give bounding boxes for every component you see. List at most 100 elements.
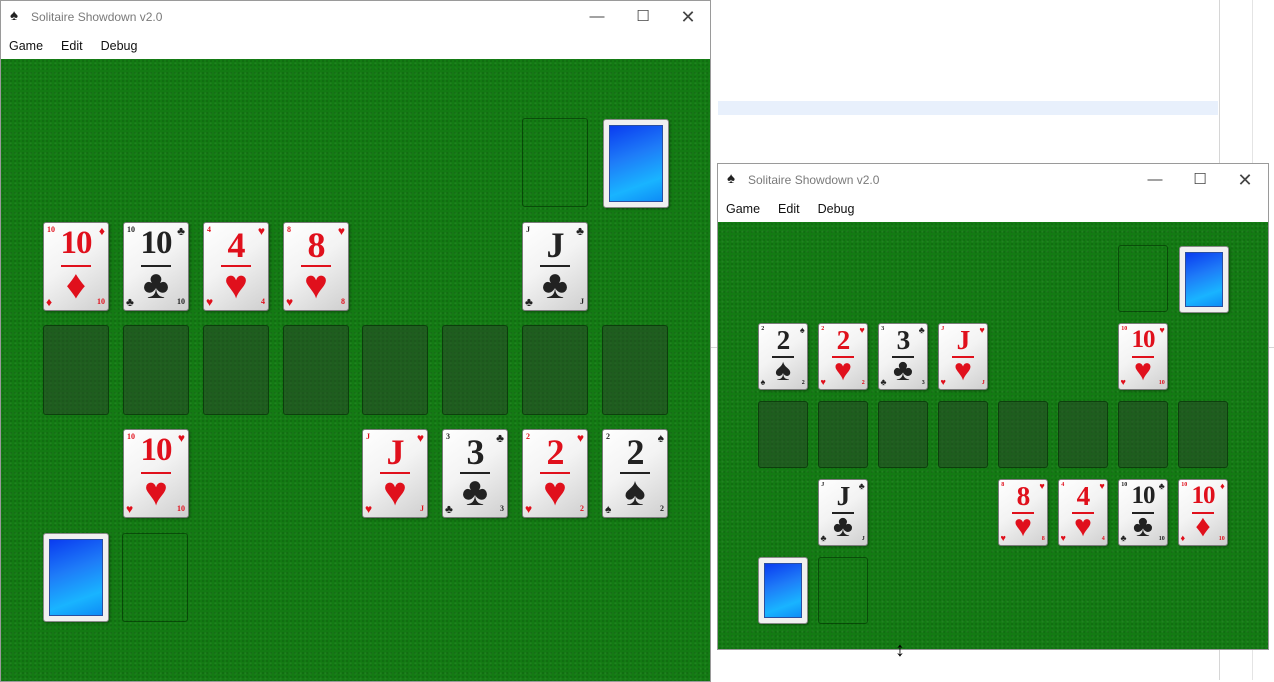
playing-card[interactable]: 4 ♥ ♥ 4 4 ♥ [1058,479,1108,546]
heart-icon: ♥ [834,353,852,387]
card-back-icon[interactable] [43,533,109,622]
heart-icon: ♥ [144,470,168,514]
card-rank: 2 [546,432,565,472]
heart-icon: ♥ [954,353,972,387]
tableau-slot[interactable] [878,401,928,468]
card-rank: J [546,225,565,265]
card-back-pattern [609,125,663,202]
tableau-slot[interactable] [1178,401,1228,468]
tableau-slot[interactable] [123,325,189,415]
menu-edit[interactable]: Edit [774,202,814,216]
playing-card[interactable]: J ♣ ♣ J J ♣ [818,479,868,546]
card-rank: 10 [140,225,173,261]
playing-card[interactable]: J ♣ ♣ J J ♣ [522,222,588,311]
menu-game[interactable]: Game [722,202,774,216]
card-rank: 3 [896,325,911,356]
playing-card[interactable]: 10 ♦ ♦ 10 10 ♦ [1178,479,1228,546]
diamond-icon: ♦ [65,263,87,307]
card-rank: J [386,432,405,472]
empty-pile-slot[interactable] [522,118,588,207]
menu-debug[interactable]: Debug [814,202,869,216]
tableau-slot[interactable] [602,325,668,415]
close-button[interactable]: ✕ [1222,164,1268,196]
empty-pile-slot[interactable] [818,557,868,624]
title-bar[interactable]: ♠ Solitaire Showdown v2.0 — ☐ ✕ [1,1,710,33]
minimize-button[interactable]: — [574,1,620,33]
menu-debug[interactable]: Debug [97,39,152,53]
window-title: Solitaire Showdown v2.0 [748,173,880,187]
heart-icon: ♥ [1014,509,1032,543]
club-icon: ♣ [142,263,170,307]
tableau-slot[interactable] [43,325,109,415]
playing-card[interactable]: 4 ♥ ♥ 4 4 ♥ [203,222,269,311]
game-board: 10 ♦ ♦ 10 10 ♦ 10 ♣ ♣ 10 10 ♣ 4 ♥ ♥ 4 4 ♥ 8 ♥ ♥ 8 8 ♥ J ♣ ♣ J J ♣ 10 ♥ ♥… [1,59,710,681]
playing-card[interactable]: J ♥ ♥ J J ♥ [362,429,428,518]
card-rank: 8 [307,225,326,265]
playing-card[interactable]: 2 ♠ ♠ 2 2 ♠ [758,323,808,390]
playing-card[interactable]: 2 ♠ ♠ 2 2 ♠ [602,429,668,518]
card-rank: 8 [1016,481,1031,512]
card-rank: 10 [1191,482,1216,510]
tableau-slot[interactable] [758,401,808,468]
card-back-pattern [49,539,103,616]
playing-card[interactable]: 10 ♦ ♦ 10 10 ♦ [43,222,109,311]
tableau-slot[interactable] [998,401,1048,468]
tableau-slot[interactable] [522,325,588,415]
diamond-icon: ♦ [1195,509,1211,543]
menu-edit[interactable]: Edit [57,39,97,53]
card-rank: 2 [836,325,851,356]
playing-card[interactable]: 2 ♥ ♥ 2 2 ♥ [522,429,588,518]
tableau-slot[interactable] [1118,401,1168,468]
playing-card[interactable]: 10 ♣ ♣ 10 10 ♣ [1118,479,1168,546]
tableau-slot[interactable] [203,325,269,415]
playing-card[interactable]: J ♥ ♥ J J ♥ [938,323,988,390]
card-rank: J [836,481,851,512]
game-board: 2 ♠ ♠ 2 2 ♠ 2 ♥ ♥ 2 2 ♥ 3 ♣ ♣ 3 3 ♣ J ♥ ♥ J J ♥ 10 ♥ ♥ 10 10 ♥ J ♣ ♣ J J ♣ 8… [718,222,1268,649]
solitaire-window-right: ♠ Solitaire Showdown v2.0 — ☐ ✕ Game Edi… [717,163,1269,650]
menu-bar: Game Edit Debug [718,196,1268,222]
tableau-slot[interactable] [1058,401,1108,468]
playing-card[interactable]: 10 ♣ ♣ 10 10 ♣ [123,222,189,311]
club-icon: ♣ [833,509,853,543]
playing-card[interactable]: 10 ♥ ♥ 10 10 ♥ [123,429,189,518]
maximize-button[interactable]: ☐ [1177,164,1223,196]
heart-icon: ♥ [383,470,407,514]
close-button[interactable]: ✕ [665,1,711,33]
card-rank: 2 [776,325,791,356]
title-bar[interactable]: ♠ Solitaire Showdown v2.0 — ☐ ✕ [718,164,1268,196]
spade-icon: ♠ [10,7,18,24]
menu-game[interactable]: Game [5,39,57,53]
card-back-icon[interactable] [1179,246,1229,313]
card-back-icon[interactable] [603,119,669,208]
heart-icon: ♥ [543,470,567,514]
card-rank: 2 [626,432,645,472]
playing-card[interactable]: 3 ♣ ♣ 3 3 ♣ [442,429,508,518]
tableau-slot[interactable] [283,325,349,415]
playing-card[interactable]: 2 ♥ ♥ 2 2 ♥ [818,323,868,390]
club-icon: ♣ [1133,509,1153,543]
tableau-slot[interactable] [442,325,508,415]
heart-icon: ♥ [1074,509,1092,543]
empty-pile-slot[interactable] [1118,245,1168,312]
club-icon: ♣ [893,353,913,387]
menu-bar: Game Edit Debug [1,33,710,59]
minimize-button[interactable]: — [1132,164,1178,196]
playing-card[interactable]: 10 ♥ ♥ 10 10 ♥ [1118,323,1168,390]
playing-card[interactable]: 3 ♣ ♣ 3 3 ♣ [878,323,928,390]
playing-card[interactable]: 8 ♥ ♥ 8 8 ♥ [998,479,1048,546]
playing-card[interactable]: 8 ♥ ♥ 8 8 ♥ [283,222,349,311]
tableau-slot[interactable] [938,401,988,468]
card-back-icon[interactable] [758,557,808,624]
empty-pile-slot[interactable] [122,533,188,622]
tableau-slot[interactable] [818,401,868,468]
club-icon: ♣ [461,470,489,514]
spade-icon: ♠ [727,170,735,187]
resize-vertical-cursor-icon: ↕ [895,639,905,661]
maximize-button[interactable]: ☐ [620,1,666,33]
card-rank: 4 [227,225,246,265]
card-rank: 10 [60,225,93,261]
heart-icon: ♥ [224,263,248,307]
window-title: Solitaire Showdown v2.0 [31,10,163,24]
tableau-slot[interactable] [362,325,428,415]
heart-icon: ♥ [1134,353,1152,387]
